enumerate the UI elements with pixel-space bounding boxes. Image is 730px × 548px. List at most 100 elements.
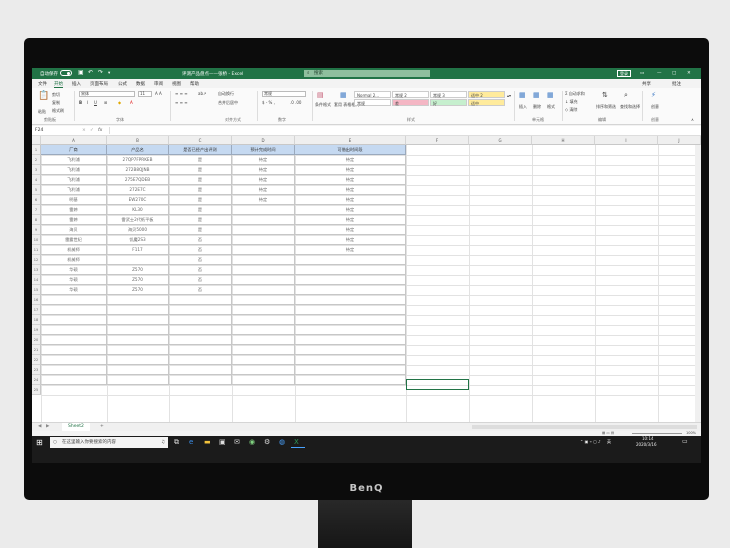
table-cell[interactable] — [107, 375, 169, 385]
close-icon[interactable]: ✕ — [687, 71, 691, 76]
clock-date[interactable]: 2020/3/16 — [636, 442, 657, 447]
table-cell[interactable] — [295, 315, 406, 325]
row-header[interactable]: 17 — [32, 305, 41, 315]
row-header[interactable]: 5 — [32, 185, 41, 195]
search-box[interactable]: ⌕ 搜索 — [304, 70, 430, 77]
row-header[interactable]: 4 — [32, 175, 41, 185]
column-header-g[interactable]: G — [469, 136, 532, 145]
table-header-cell[interactable]: 可借出时间段 — [295, 145, 406, 155]
table-cell[interactable]: 否 — [169, 235, 232, 245]
fill-button[interactable]: ↓ 填充 — [565, 99, 578, 105]
table-cell[interactable] — [232, 245, 295, 255]
menu-home[interactable]: 开始 — [54, 81, 63, 88]
table-cell[interactable] — [295, 335, 406, 345]
table-cell[interactable]: 待定 — [295, 225, 406, 235]
microphone-icon[interactable]: ♫ — [161, 437, 165, 448]
table-cell[interactable] — [169, 335, 232, 345]
table-cell[interactable]: 是 — [169, 175, 232, 185]
xbox-icon[interactable]: ◉ — [249, 438, 257, 446]
table-cell[interactable] — [295, 265, 406, 275]
table-cell[interactable]: 华硕 — [41, 275, 107, 285]
vertical-scrollbar[interactable] — [695, 145, 701, 422]
maximize-icon[interactable]: □ — [672, 71, 676, 76]
insert-cells-button[interactable]: 插入 — [519, 104, 527, 110]
sheet-nav-right-icon[interactable]: ▶ — [46, 424, 49, 429]
table-cell[interactable]: 是 — [169, 155, 232, 165]
table-cell[interactable] — [232, 225, 295, 235]
table-cell[interactable]: 否 — [169, 245, 232, 255]
row-header[interactable]: 12 — [32, 255, 41, 265]
table-cell[interactable] — [232, 205, 295, 215]
table-cell[interactable]: 待定 — [232, 175, 295, 185]
save-icon[interactable]: ▣ — [78, 69, 84, 76]
row-header[interactable]: 10 — [32, 235, 41, 245]
table-cell[interactable] — [295, 305, 406, 315]
table-cell[interactable] — [107, 305, 169, 315]
sheet-nav-left-icon[interactable]: ◀ — [38, 424, 41, 429]
table-cell[interactable]: 待定 — [232, 155, 295, 165]
table-cell[interactable]: 雷婷 — [41, 215, 107, 225]
column-header-b[interactable]: B — [107, 136, 169, 145]
find-select-icon[interactable]: ⌕ — [624, 91, 628, 100]
table-cell[interactable] — [295, 285, 406, 295]
function-icon[interactable]: fx — [98, 128, 102, 133]
table-cell[interactable]: Z570 — [107, 265, 169, 275]
redo-icon[interactable]: ↷ — [98, 69, 103, 76]
table-cell[interactable] — [295, 255, 406, 265]
customize-qat-icon[interactable]: ▾ — [108, 71, 110, 76]
table-cell[interactable]: 机械师 — [41, 245, 107, 255]
table-header-cell[interactable]: 产品名 — [107, 145, 169, 155]
table-cell[interactable]: 272B8QJNB — [107, 165, 169, 175]
ribbon-display-icon[interactable]: ▭ — [640, 71, 644, 76]
font-grow-icon[interactable]: A A — [155, 91, 162, 96]
menu-insert[interactable]: 插入 — [72, 81, 81, 87]
table-cell[interactable]: 待定 — [295, 165, 406, 175]
sort-filter-button[interactable]: 排序和筛选 — [596, 104, 616, 110]
decimal-icon[interactable]: .0 .00 — [290, 100, 301, 105]
table-cell[interactable]: Z570 — [107, 275, 169, 285]
table-cell[interactable] — [232, 265, 295, 275]
table-cell[interactable]: 否 — [169, 285, 232, 295]
row-header[interactable]: 8 — [32, 215, 41, 225]
table-cell[interactable] — [41, 325, 107, 335]
style-normal-3[interactable]: 常规 3 — [430, 91, 467, 98]
table-cell[interactable] — [107, 255, 169, 265]
row-header[interactable]: 19 — [32, 325, 41, 335]
table-cell[interactable] — [232, 295, 295, 305]
table-cell[interactable]: 否 — [169, 265, 232, 275]
table-cell[interactable] — [107, 355, 169, 365]
border-icon[interactable]: ⊞ — [104, 100, 107, 105]
style-neutral-2[interactable]: 适中 2 — [468, 91, 505, 98]
table-cell[interactable]: 饥魔2S3 — [107, 235, 169, 245]
table-cell[interactable]: 待定 — [295, 215, 406, 225]
table-cell[interactable]: F117 — [107, 245, 169, 255]
font-size-select[interactable]: 11 — [138, 91, 152, 97]
table-cell[interactable] — [169, 345, 232, 355]
table-cell[interactable]: 明基 — [41, 195, 107, 205]
settings-icon[interactable]: ⚙ — [264, 438, 272, 446]
format-painter-button[interactable]: 格式刷 — [52, 108, 64, 114]
row-header[interactable]: 15 — [32, 285, 41, 295]
paste-button[interactable]: 粘贴 — [38, 109, 46, 115]
column-header-h[interactable]: H — [532, 136, 595, 145]
table-cell[interactable] — [169, 355, 232, 365]
conditional-format-button[interactable]: 条件格式 — [315, 102, 331, 108]
column-header-i[interactable]: I — [595, 136, 658, 145]
table-cell[interactable]: 是 — [169, 185, 232, 195]
table-cell[interactable]: Z570 — [107, 285, 169, 295]
clear-button[interactable]: ◇ 清除 — [565, 107, 577, 113]
table-cell[interactable] — [295, 295, 406, 305]
edge-icon[interactable]: e — [189, 438, 197, 446]
merge-center-button[interactable]: 合并后居中 — [218, 100, 238, 106]
table-cell[interactable]: 飞利浦 — [41, 185, 107, 195]
comments-button[interactable]: 批注 — [672, 81, 681, 87]
name-box[interactable]: F24 — [35, 128, 65, 133]
sort-filter-icon[interactable]: ⇅ — [602, 91, 608, 99]
row-header[interactable]: 11 — [32, 245, 41, 255]
table-cell[interactable] — [41, 375, 107, 385]
table-cell[interactable]: KL30 — [107, 205, 169, 215]
view-normal-icon[interactable]: ▦ ▭ ▤ — [602, 431, 614, 435]
store-icon[interactable]: ▣ — [219, 438, 227, 446]
table-cell[interactable] — [295, 275, 406, 285]
horizontal-scrollbar[interactable] — [472, 425, 697, 429]
